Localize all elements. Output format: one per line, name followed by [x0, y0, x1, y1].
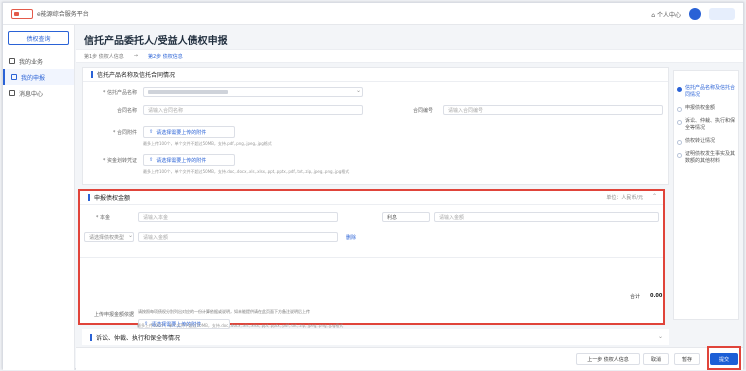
upload-hint: 最多上传100个，单个文件不超过50MB，支持.pdf,.png,.jpeg,.… — [143, 141, 272, 146]
interest-input[interactable]: 请输入金额 — [434, 212, 659, 222]
save-draft-button[interactable]: 暂存 — [674, 353, 700, 365]
claim-type-label: 请选择债权类型 — [89, 234, 125, 241]
section-header: 诉讼、仲裁、执行和保全等情况 — [82, 329, 669, 345]
page-title: 信托产品委托人/受益人债权申报 — [84, 36, 228, 47]
prev-step-button[interactable]: 上一步 债权人信息 — [576, 353, 640, 365]
principal-label: * 本金 — [95, 215, 110, 221]
sidebar-item-my-declarations[interactable]: 我的申报 — [3, 69, 74, 85]
product-select-value — [148, 90, 228, 94]
logo: e能源综合服务平台 — [11, 8, 89, 19]
sidebar-item-messages[interactable]: 消息中心 — [3, 85, 74, 101]
chevron-up-icon[interactable]: ⌃ — [652, 193, 657, 200]
action-bar: 上一步 债权人信息 取消 暂存 提交 — [76, 347, 743, 370]
anchor-item-litigation[interactable]: 诉讼、仲裁、执行和保全等情况 — [677, 118, 735, 132]
upload-label: 请选择需要上传的附件 — [156, 157, 207, 164]
step-indicator: 第1步 债权人信息 → 第2步 债权信息 — [76, 49, 743, 63]
sidebar-item-label: 我的业务 — [19, 58, 44, 66]
sidebar-item-my-business[interactable]: 我的业务 — [3, 53, 74, 69]
contract-no-input[interactable]: 请输入合同编号 — [443, 105, 663, 115]
anchor-item-evidence[interactable]: 证明债权发生事实及其数额的其他材料 — [677, 151, 735, 165]
contract-file-label: * 合同附件 — [112, 130, 137, 136]
user-name-menu[interactable] — [709, 8, 735, 20]
upload-icon: ⇪ — [149, 129, 154, 135]
contract-name-input[interactable]: 请输入合同名称 — [143, 105, 363, 115]
brand-name: e能源综合服务平台 — [37, 11, 89, 18]
contract-name-label: 合同名称 — [116, 108, 137, 114]
main-content: 信托产品委托人/受益人债权申报 第1步 债权人信息 → 第2步 债权信息 信托产… — [76, 25, 743, 370]
chevron-down-icon: ⌄ — [657, 333, 663, 340]
chevron-down-icon: ⌄ — [356, 87, 362, 94]
delete-link[interactable]: 删除 — [346, 234, 356, 241]
section-title: 申报债权金额 — [94, 195, 131, 202]
claim-type-select[interactable]: 请选择债权类型 — [84, 232, 134, 242]
anchor-item-transfer[interactable]: 债权转让情况 — [677, 138, 735, 145]
total-label: 合计 — [630, 294, 641, 300]
principal-input[interactable]: 请输入本金 — [138, 212, 338, 222]
basis-note: 请按照每项债权分别列出对应的一份计算依据或说明，如未能提供请在此页面下方备注说明… — [138, 309, 310, 314]
total-value: 0.00 — [650, 293, 663, 299]
avatar[interactable] — [689, 8, 701, 20]
section-title: 诉讼、仲裁、执行和保全等情况 — [96, 334, 181, 342]
home-icon: ⌂ — [651, 11, 656, 19]
section-title: 信托产品名称及信托合同情况 — [97, 72, 176, 79]
unit-label: 单位：人民币/元 — [606, 195, 643, 201]
top-bar: e能源综合服务平台 ⌂ 个人中心 — [3, 3, 743, 25]
cancel-button[interactable]: 取消 — [643, 353, 669, 365]
sidebar-item-label: 我的申报 — [21, 74, 46, 82]
chevron-down-icon: ⌄ — [128, 232, 134, 239]
grid-icon — [9, 58, 15, 64]
personal-center-link[interactable]: ⌂ 个人中心 — [651, 10, 681, 19]
section-contract: 信托产品名称及信托合同情况 * 信托产品名称 ⌄ 合同名称 请输入合同名称 合同… — [82, 67, 669, 185]
step-2: 第2步 债权信息 — [147, 53, 183, 60]
sidebar: 债权查询 我的业务 我的申报 消息中心 — [3, 25, 75, 370]
upload-icon: ⇪ — [149, 157, 154, 163]
document-icon — [11, 74, 17, 80]
app-window: e能源综合服务平台 ⌂ 个人中心 债权查询 我的业务 我的申报 消息中心 信托产… — [2, 2, 744, 370]
step-arrow: → — [133, 53, 138, 59]
section-header: 信托产品名称及信托合同情况 — [83, 68, 668, 82]
product-select[interactable] — [143, 87, 363, 97]
interest-label: 利息 — [387, 214, 398, 221]
upload-hint: 最多上传100个，单个文件不超过50MB，支持.doc,.docx,.xls,.… — [143, 169, 350, 174]
anchor-item-claim-amount[interactable]: 申报债权金额 — [677, 105, 735, 112]
product-label: * 信托产品名称 — [102, 90, 137, 96]
anchor-item-contract[interactable]: 信托产品名称及信托合同情况 — [677, 85, 735, 99]
upload-label: 请选择需要上传的附件 — [156, 129, 207, 136]
anchor-nav: 信托产品名称及信托合同情况 申报债权金额 诉讼、仲裁、执行和保全等情况 债权转让… — [673, 70, 739, 320]
message-icon — [9, 90, 15, 96]
section-claim-amount: 申报债权金额 单位：人民币/元 ⌃ * 本金 请输入本金 利息 请输入金额 请选… — [78, 189, 665, 329]
sidebar-item-label: 消息中心 — [19, 90, 44, 98]
transfer-label: * 资金划转凭证 — [102, 158, 137, 164]
logo-mark-icon — [11, 8, 33, 19]
contract-no-label: 合同编号 — [412, 108, 433, 114]
other-amount-input[interactable]: 请输入金额 — [138, 232, 338, 242]
claim-query-button[interactable]: 债权查询 — [8, 31, 69, 45]
contract-upload-button[interactable]: ⇪ 请选择需要上传的附件 — [143, 126, 235, 138]
submit-highlight — [707, 346, 741, 370]
section-litigation[interactable]: 诉讼、仲裁、执行和保全等情况 ⌄ — [82, 329, 669, 345]
step-1: 第1步 债权人信息 — [84, 53, 124, 60]
interest-type-box: 利息 — [382, 212, 430, 222]
basis-label: 上传申报金额依据 — [93, 312, 134, 318]
transfer-upload-button[interactable]: ⇪ 请选择需要上传的附件 — [143, 154, 235, 166]
personal-center-label: 个人中心 — [656, 11, 681, 19]
section-header: 申报债权金额 单位：人民币/元 ⌃ — [80, 191, 663, 205]
top-right: ⌂ 个人中心 — [651, 3, 735, 25]
total-row — [80, 257, 663, 269]
